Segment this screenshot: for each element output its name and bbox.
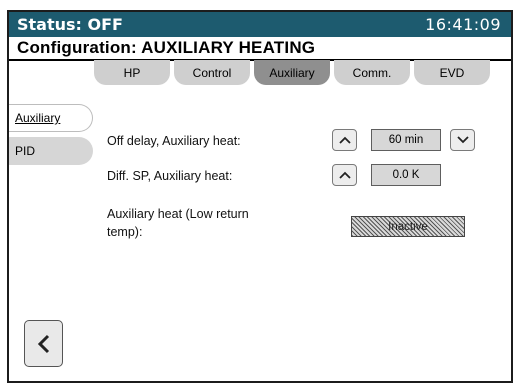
- chevron-down-icon: [456, 136, 469, 144]
- tab-label: Control: [192, 65, 232, 80]
- low-return-status-text: Inactive: [388, 220, 428, 233]
- tab-label: Comm.: [352, 65, 392, 80]
- tab-label: HP: [123, 65, 141, 80]
- back-button[interactable]: [24, 320, 63, 367]
- off-delay-value: 60 min: [371, 129, 441, 151]
- diff-sp-value: 0.0 K: [371, 164, 441, 186]
- chevron-up-icon: [338, 136, 351, 144]
- diff-sp-label: Diff. SP, Auxiliary heat:: [107, 169, 233, 183]
- page-title: Configuration: AUXILIARY HEATING: [17, 38, 316, 57]
- clock: 16:41:09: [425, 15, 501, 34]
- status-text: Status: OFF: [17, 15, 123, 34]
- off-delay-increase-button[interactable]: [332, 129, 357, 151]
- sidebar-item-pid[interactable]: PID: [9, 137, 93, 165]
- tab-control[interactable]: Control: [174, 60, 250, 85]
- hmi-screen: Status: OFF 16:41:09 Configuration: AUXI…: [7, 10, 513, 383]
- tab-comm[interactable]: Comm.: [334, 60, 410, 85]
- tab-label: Auxiliary: [269, 65, 315, 80]
- tab-label: EVD: [439, 65, 465, 80]
- sidebar-item-label: Auxiliary: [15, 111, 61, 125]
- tab-hp[interactable]: HP: [94, 60, 170, 85]
- tab-auxiliary[interactable]: Auxiliary: [254, 60, 330, 85]
- title-bar: Configuration: AUXILIARY HEATING: [9, 37, 511, 61]
- tab-evd[interactable]: EVD: [414, 60, 490, 85]
- off-delay-label: Off delay, Auxiliary heat:: [107, 134, 241, 148]
- sidebar-item-label: PID: [15, 144, 36, 158]
- low-return-status: Inactive: [351, 216, 465, 237]
- chevron-left-icon: [37, 334, 49, 353]
- chevron-up-icon: [338, 171, 351, 179]
- off-delay-decrease-button[interactable]: [450, 129, 475, 151]
- tab-bar: HP Control Auxiliary Comm. EVD: [94, 60, 499, 86]
- sidebar-item-auxiliary[interactable]: Auxiliary: [9, 104, 93, 132]
- diff-sp-increase-button[interactable]: [332, 164, 357, 186]
- status-bar: Status: OFF 16:41:09: [9, 12, 511, 37]
- low-return-label-line1: Auxiliary heat (Low return: [107, 207, 249, 221]
- low-return-label-line2: temp):: [107, 225, 143, 239]
